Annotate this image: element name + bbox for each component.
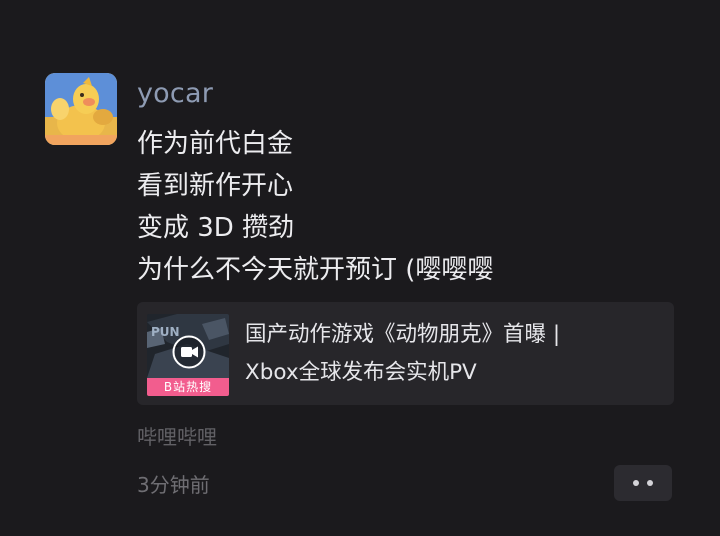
- message-line: 为什么不今天就开预订 (嘤嘤嘤: [137, 255, 494, 285]
- more-dots-icon: [633, 480, 639, 486]
- message-body: 作为前代白金 看到新作开心 变成 3D 攒劲 为什么不今天就开预订 (嘤嘤嘤: [137, 123, 697, 291]
- hot-search-badge: B站热搜: [147, 378, 229, 396]
- shared-video-card[interactable]: PUN B站热搜 国产动作游戏《动物朋克》首曝 | Xbox全球发布会实机PV: [137, 302, 674, 405]
- message-line: 作为前代白金: [137, 129, 294, 159]
- video-play-icon: [172, 335, 206, 369]
- source-label: 哔哩哔哩: [137, 425, 217, 449]
- avatar[interactable]: [45, 73, 117, 145]
- message-line: 变成 3D 攒劲: [137, 213, 295, 243]
- video-title-line: Xbox全球发布会实机PV: [245, 360, 477, 385]
- more-actions-button[interactable]: [614, 465, 672, 501]
- video-thumbnail: PUN B站热搜: [147, 314, 229, 396]
- message-line: 看到新作开心: [137, 171, 294, 201]
- avatar-image: [45, 73, 117, 145]
- username[interactable]: yocar: [137, 76, 213, 112]
- more-dots-icon: [647, 480, 653, 486]
- post-time: 3分钟前: [137, 473, 210, 497]
- video-title: 国产动作游戏《动物朋克》首曝 | Xbox全球发布会实机PV: [245, 316, 657, 392]
- video-title-line: 国产动作游戏《动物朋克》首曝 |: [245, 322, 561, 347]
